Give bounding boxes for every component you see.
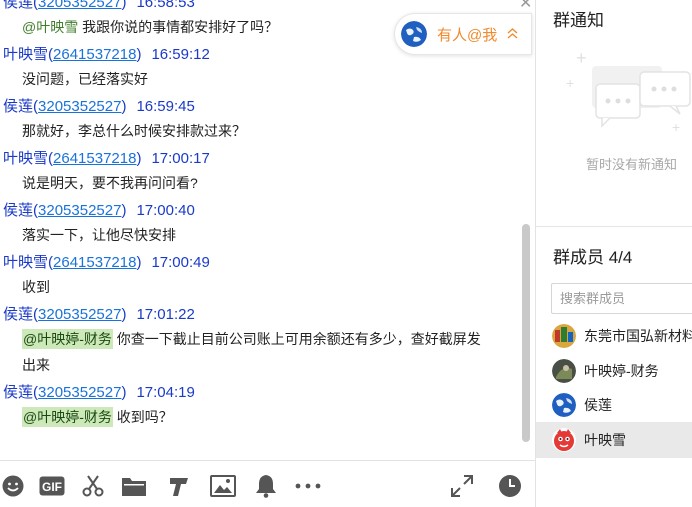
message-body: 那就好，李总什么时候安排款过来？ <box>22 123 246 139</box>
message-sender[interactable]: 侯莲 <box>3 0 33 11</box>
paren: ) <box>121 202 127 219</box>
message-sender[interactable]: 侯莲 <box>3 384 33 401</box>
someone-at-me-button[interactable]: 有人@我 <box>394 13 532 55</box>
scissors-icon[interactable] <box>80 473 106 499</box>
member-name: 叶映婷-财务 <box>584 363 659 379</box>
message-sender[interactable]: 叶映雪 <box>3 150 48 167</box>
sender-qq-link[interactable]: 3205352527 <box>38 0 121 11</box>
message-text: 收到 <box>22 274 529 300</box>
paren: ) <box>121 306 127 323</box>
svg-text:+: + <box>672 119 680 135</box>
scrollbar-thumb[interactable] <box>522 224 530 442</box>
company-avatar-icon <box>552 324 576 348</box>
message-body: 说是明天，要不我再问问看? <box>22 175 198 191</box>
no-notice-illustration-icon: + + + <box>566 44 692 139</box>
pane-separator <box>536 226 692 227</box>
message-text: 出来 <box>22 352 529 378</box>
message-time: 16:59:12 <box>151 46 210 63</box>
expand-icon[interactable] <box>449 473 475 499</box>
message-text: 说是明天，要不我再问问看? <box>22 170 529 196</box>
message-time: 17:00:40 <box>136 202 195 219</box>
mention-tag[interactable]: @叶映婷-财务 <box>22 329 113 349</box>
chat-toolbar: GIF <box>0 460 535 507</box>
message-header: 叶映雪(2641537218) 17:00:17 <box>3 149 210 169</box>
message-sender[interactable]: 叶映雪 <box>3 254 48 271</box>
no-notice-text: 暂时没有新通知 <box>586 157 678 172</box>
member-name: 东莞市国弘新材料 <box>584 328 692 344</box>
message-sender[interactable]: 侯莲 <box>3 202 33 219</box>
message-time: 17:04:19 <box>136 384 195 401</box>
sender-qq-link[interactable]: 2641537218 <box>53 150 136 167</box>
message-body: 我跟你说的事情都安排好了吗？ <box>78 19 279 35</box>
paren: ) <box>121 384 127 401</box>
message-header: 侯莲(3205352527) 17:04:19 <box>3 383 195 403</box>
image-icon[interactable] <box>210 473 236 499</box>
paren: ) <box>136 254 142 271</box>
message-time: 17:01:22 <box>136 306 195 323</box>
sender-qq-link[interactable]: 3205352527 <box>38 384 121 401</box>
message-body: 你查一下截止目前公司账上可用余额还有多少，查好截屏发 <box>112 331 481 347</box>
group-members-title: 群成员 4/4 <box>553 248 633 267</box>
message-time: 17:00:49 <box>151 254 210 271</box>
message-body: 收到 <box>22 279 50 295</box>
message-sender[interactable]: 侯莲 <box>3 98 33 115</box>
message-time: 16:59:45 <box>136 98 195 115</box>
member-item[interactable]: 东莞市国弘新材料 <box>536 318 692 354</box>
message-header: 侯莲(3205352527) 17:01:22 <box>3 305 195 325</box>
paren: ) <box>136 150 142 167</box>
folder-icon[interactable] <box>121 473 147 499</box>
red-face-avatar-icon <box>552 428 576 452</box>
sender-qq-link[interactable]: 2641537218 <box>53 254 136 271</box>
chat-message-area[interactable]: 侯莲(3205352527) 16:58:53 @叶映雪 我跟你说的事情都安排好了吗… <box>0 0 535 460</box>
message-text: @叶映婷-财务 你查一下截止目前公司账上可用余额还有多少，查好截屏发 <box>22 326 529 352</box>
svg-text:+: + <box>576 48 587 68</box>
dark-avatar-icon <box>552 359 576 383</box>
paren: ) <box>121 98 127 115</box>
message-text: 落实一下，让他尽快安排 <box>22 222 529 248</box>
more-icon[interactable] <box>293 473 323 499</box>
group-notice-title: 群通知 <box>553 11 604 30</box>
mention-tag[interactable]: @叶映婷-财务 <box>22 407 113 427</box>
message-sender[interactable]: 侯莲 <box>3 306 33 323</box>
someone-at-me-label: 有人@我 <box>437 26 498 44</box>
message-body: 出来 <box>22 357 50 373</box>
message-text: @叶映婷-财务 收到吗？ <box>22 404 529 430</box>
gif-icon-text: GIF <box>42 480 62 494</box>
message-body: 落实一下，让他尽快安排 <box>22 227 176 243</box>
message-time: 17:00:17 <box>151 150 210 167</box>
message-header: 侯莲(3205352527) 17:00:40 <box>3 201 195 221</box>
mention-tag[interactable]: @叶映雪 <box>22 19 78 35</box>
gif-icon[interactable]: GIF <box>38 473 66 499</box>
member-item[interactable]: 叶映雪 <box>536 422 692 458</box>
member-item[interactable]: 叶映婷-财务 <box>536 353 692 389</box>
message-header: 侯莲(3205352527) 16:59:45 <box>3 97 195 117</box>
history-clock-icon[interactable] <box>497 473 523 499</box>
sender-qq-link[interactable]: 3205352527 <box>38 202 121 219</box>
message-body: 收到吗？ <box>112 409 173 425</box>
font-icon[interactable] <box>166 473 192 499</box>
sender-qq-link[interactable]: 2641537218 <box>53 46 136 63</box>
message-text: 没问题，已经落实好 <box>22 66 529 92</box>
paren: ) <box>121 0 127 11</box>
sender-qq-link[interactable]: 3205352527 <box>38 306 121 323</box>
svg-text:+: + <box>566 75 574 91</box>
message-header: 侯莲(3205352527) 16:58:53 <box>3 0 195 13</box>
message-sender[interactable]: 叶映雪 <box>3 46 48 63</box>
member-name: 叶映雪 <box>584 432 626 448</box>
member-name: 侯莲 <box>584 397 612 413</box>
double-chevron-up-icon <box>507 27 518 42</box>
message-text: 那就好，李总什么时候安排款过来？ <box>22 118 529 144</box>
message-body: 没问题，已经落实好 <box>22 71 148 87</box>
member-search-input[interactable] <box>551 283 692 314</box>
member-item[interactable]: 侯莲 <box>536 387 692 423</box>
paren: ) <box>136 46 142 63</box>
bell-icon[interactable] <box>253 473 279 499</box>
earth-avatar-icon <box>552 393 576 417</box>
emoji-icon[interactable] <box>0 473 26 499</box>
earth-avatar-icon <box>401 21 427 47</box>
message-time: 16:58:53 <box>136 0 195 11</box>
message-header: 叶映雪(2641537218) 16:59:12 <box>3 45 210 65</box>
sender-qq-link[interactable]: 3205352527 <box>38 98 121 115</box>
message-header: 叶映雪(2641537218) 17:00:49 <box>3 253 210 273</box>
